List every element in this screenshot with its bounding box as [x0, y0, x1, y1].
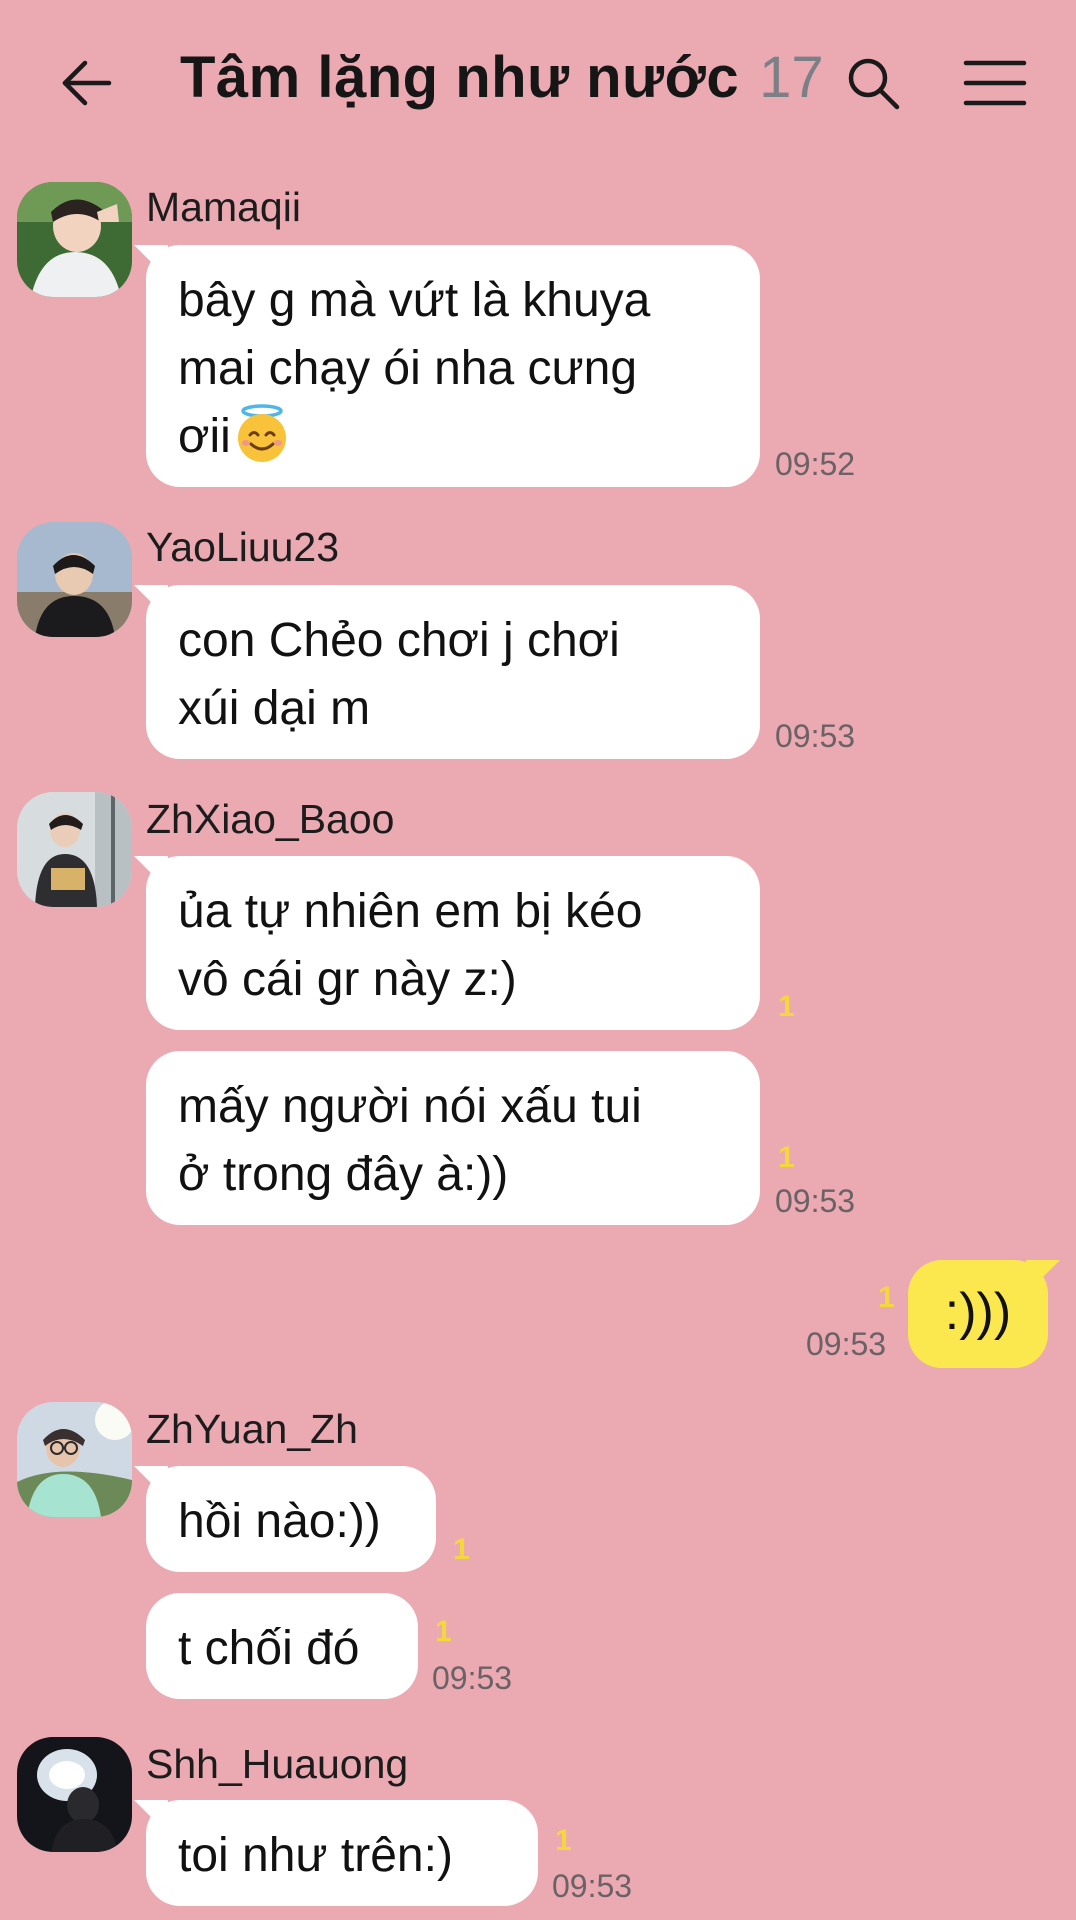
- back-arrow-icon[interactable]: [52, 48, 122, 118]
- my-message-bubble[interactable]: :))): [908, 1260, 1048, 1368]
- message-line: ơii: [178, 410, 231, 463]
- message-text: t chối đó: [178, 1622, 360, 1675]
- message-bubble[interactable]: bây g mà vứt là khuya mai chạy ói nha cư…: [146, 245, 760, 487]
- message-line: ở trong đây à:)): [178, 1148, 509, 1201]
- message-time: 09:53: [432, 1660, 513, 1696]
- avatar[interactable]: [17, 182, 132, 297]
- message-line: mai chạy ói nha cưng: [178, 342, 638, 395]
- sender-name: ZhYuan_Zh: [146, 1406, 358, 1452]
- avatar[interactable]: [17, 522, 132, 637]
- message-line: vô cái gr này z:): [178, 953, 517, 1006]
- chat-room-name: Tâm lặng như nước: [180, 45, 740, 110]
- search-icon[interactable]: [838, 48, 908, 118]
- unread-count: 1: [435, 1615, 452, 1648]
- message-bubble[interactable]: con Chẻo chơi j chơi xúi dại m: [146, 585, 760, 759]
- message-text: hồi nào:)): [178, 1495, 381, 1548]
- smiling-face-with-halo-icon: [231, 402, 293, 464]
- message-time: 09:53: [775, 1183, 856, 1219]
- message-bubble[interactable]: ủa tự nhiên em bị kéo vô cái gr này z:): [146, 856, 760, 1030]
- message-line: bây g mà vứt là khuya: [178, 274, 651, 327]
- unread-count: 1: [778, 1141, 795, 1174]
- avatar[interactable]: [17, 792, 132, 907]
- chat-header: Tâm lặng như nước 17: [0, 0, 1076, 170]
- message-bubble[interactable]: hồi nào:)): [146, 1466, 436, 1572]
- unread-count: 1: [778, 990, 795, 1023]
- message-bubble[interactable]: t chối đó: [146, 1593, 418, 1699]
- sender-name: Mamaqii: [146, 184, 301, 230]
- message-line: con Chẻo chơi j chơi: [178, 614, 620, 667]
- chat-screen: Tâm lặng như nước 17 Mamaqii bây g mà vứ…: [0, 0, 1076, 1920]
- message-text: toi như trên:): [178, 1829, 453, 1882]
- member-count: 17: [759, 45, 824, 110]
- menu-icon[interactable]: [955, 48, 1035, 118]
- chat-title[interactable]: Tâm lặng như nước 17: [180, 44, 824, 124]
- message-text: :))): [944, 1283, 1012, 1341]
- message-line-with-emoji: ơii: [178, 403, 728, 471]
- avatar[interactable]: [17, 1737, 132, 1852]
- message-line: xúi dại m: [178, 682, 371, 735]
- message-line: mấy người nói xấu tui: [178, 1080, 642, 1133]
- unread-count: 1: [878, 1281, 895, 1314]
- message-bubble[interactable]: mấy người nói xấu tui ở trong đây à:)): [146, 1051, 760, 1225]
- message-time: 09:52: [775, 446, 856, 482]
- message-time: 09:53: [552, 1868, 633, 1904]
- avatar[interactable]: [17, 1402, 132, 1517]
- message-bubble[interactable]: toi như trên:): [146, 1800, 538, 1906]
- unread-count: 1: [453, 1533, 470, 1566]
- sender-name: Shh_Huauong: [146, 1741, 409, 1787]
- message-time: 09:53: [806, 1326, 887, 1362]
- sender-name: YaoLiuu23: [146, 524, 340, 570]
- message-line: ủa tự nhiên em bị kéo: [178, 885, 643, 938]
- sender-name: ZhXiao_Baoo: [146, 796, 395, 842]
- unread-count: 1: [555, 1824, 572, 1857]
- message-time: 09:53: [775, 718, 856, 754]
